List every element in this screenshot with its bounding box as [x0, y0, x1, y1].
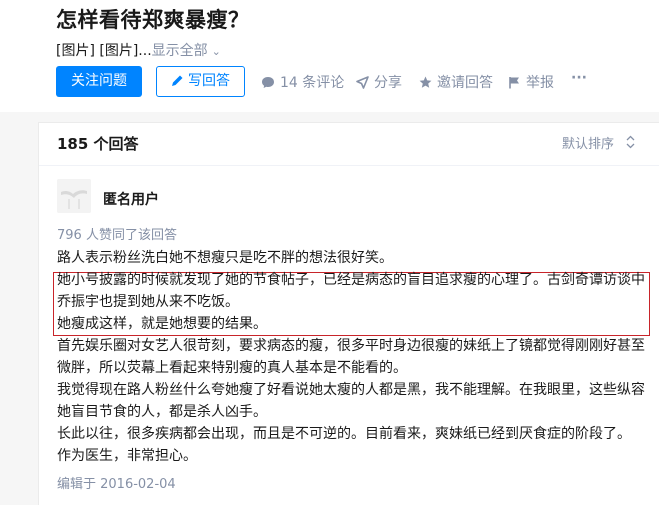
edit-timestamp[interactable]: 编辑于 2016-02-04	[57, 473, 176, 492]
divider	[39, 165, 659, 166]
vote-count: 796 人赞同了该回答	[57, 228, 177, 243]
question-excerpt: [图片] [图片]...显示全部 ⌄	[56, 40, 221, 60]
question-header: 怎样看待郑爽暴瘦？ [图片] [图片]...显示全部 ⌄ 关注问题 写回答 14 …	[0, 0, 659, 112]
answer-paragraph: 作为医生，非常担心。	[57, 448, 197, 464]
invite-button[interactable]: 邀请回答	[419, 72, 493, 92]
answer-content: 路人表示粉丝洗白她不想瘦只是吃不胖的想法很好笑。 她小号披露的时候就发现了她的节…	[57, 247, 652, 467]
question-title: 怎样看待郑爽暴瘦？	[56, 8, 250, 32]
write-answer-label: 写回答	[188, 73, 230, 89]
answers-card: 185 个回答 默认排序 匿名用户 796 人赞同了该回答 路人表示粉丝洗白她不…	[38, 122, 659, 505]
write-answer-button[interactable]: 写回答	[156, 66, 245, 97]
star-icon	[419, 76, 432, 88]
share-label: 分享	[374, 75, 402, 91]
invite-label: 邀请回答	[437, 75, 493, 91]
answer-paragraph: 首先娱乐圈对女艺人很苛刻，要求病态的瘦，很多平时身边很瘦的妹纸上了镜都觉得刚刚好…	[57, 338, 645, 376]
answer-paragraph: 长此以往，很多疾病都会出现，而且是不可逆的。目前看来，爽妹纸已经到厌食症的阶段了…	[57, 426, 631, 442]
sort-toggle-icon[interactable]	[626, 135, 635, 149]
comment-icon	[262, 77, 274, 88]
answer-paragraph: 我觉得现在路人粉丝什么夸她瘦了好看说她太瘦的人都是黑，我不能理解。在我眼里，这些…	[57, 382, 645, 420]
answer-paragraph: 她小号披露的时候就发现了她的节食帖子，已经是病态的盲目追求瘦的心理了。古剑奇谭访…	[57, 272, 645, 310]
chevron-down-icon[interactable]: ⌄	[212, 45, 221, 58]
pencil-icon	[172, 75, 183, 86]
excerpt-text: [图片] [图片]...	[56, 43, 152, 59]
follow-question-button[interactable]: 关注问题	[56, 66, 142, 97]
answer-paragraph: 她瘦成这样，就是她想要的结果。	[57, 316, 267, 332]
report-label: 举报	[526, 75, 554, 91]
anonymous-avatar-icon	[57, 179, 91, 213]
sort-dropdown[interactable]: 默认排序	[562, 133, 614, 152]
avatar[interactable]	[57, 179, 91, 213]
show-all-link[interactable]: 显示全部	[152, 43, 208, 59]
more-button[interactable]: ···	[571, 70, 587, 86]
author-name: 匿名用户	[103, 192, 159, 208]
report-button[interactable]: 举报	[508, 72, 554, 92]
flag-icon	[509, 77, 519, 89]
share-icon	[356, 76, 369, 89]
answer-count: 185 个回答	[57, 135, 139, 153]
share-button[interactable]: 分享	[356, 72, 402, 92]
comments-label: 14 条评论	[280, 75, 345, 91]
answer-paragraph: 路人表示粉丝洗白她不想瘦只是吃不胖的想法很好笑。	[57, 250, 393, 266]
comments-button[interactable]: 14 条评论	[261, 72, 344, 92]
